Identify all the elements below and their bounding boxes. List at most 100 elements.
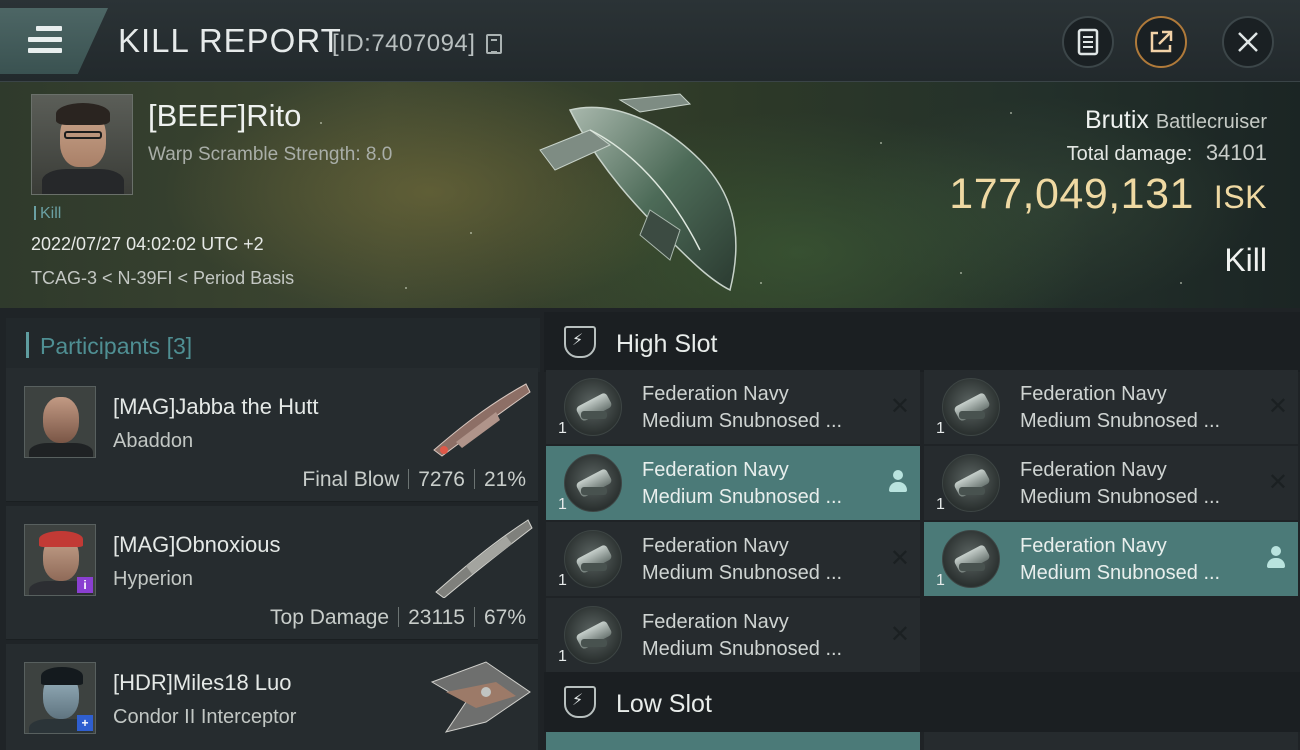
isk-unit: ISK xyxy=(1213,179,1267,215)
participant-ship: Condor II Interceptor xyxy=(113,706,297,728)
warp-scramble-strength: Warp Scramble Strength: 8.0 xyxy=(148,144,393,165)
participant-name[interactable]: [MAG]Jabba the Hutt xyxy=(113,394,318,420)
close-icon xyxy=(1238,32,1258,52)
info-badge: i xyxy=(77,577,93,593)
module-name-line2: Medium Snubnosed ... xyxy=(642,486,843,508)
participant-ship: Abaddon xyxy=(113,430,194,452)
menu-button[interactable] xyxy=(0,8,108,74)
high-slot-title: High Slot xyxy=(616,330,718,358)
module-quantity: 1 xyxy=(558,496,567,513)
dropped-icon xyxy=(1266,546,1286,570)
destroyed-icon: ✕ xyxy=(1267,469,1288,496)
module-quantity: 1 xyxy=(936,496,945,513)
module-item[interactable]: 1 Federation Navy Medium Snubnosed ... xyxy=(924,522,1298,596)
fitting-panel: High Slot 1 Federation Navy Medium Snubn… xyxy=(540,308,1300,750)
module-quantity: 1 xyxy=(558,420,567,437)
share-icon xyxy=(1150,30,1173,53)
avatar[interactable]: i xyxy=(24,524,96,596)
total-damage: Total damage: 34101 xyxy=(1067,140,1267,166)
module-name-line2: Medium Snubnosed ... xyxy=(642,562,843,584)
module-item[interactable]: 1 Federation Navy Medium Snubnosed ... ✕ xyxy=(546,598,920,672)
low-slot-icon xyxy=(564,686,596,718)
participant-percent: 21% xyxy=(483,468,526,491)
module-item[interactable]: 1 Federation Navy Medium Snubnosed ... ✕ xyxy=(546,370,920,444)
result-label: Kill xyxy=(1224,242,1267,278)
page-title: KILL REPORT xyxy=(118,22,342,59)
module-name-line2: Medium Snubnosed ... xyxy=(642,410,843,432)
module-name-line1: Federation Navy xyxy=(1020,535,1167,557)
module-item[interactable]: 1 Federation Navy Medium Snubnosed ... xyxy=(546,446,920,520)
module-icon xyxy=(942,378,1000,436)
share-button[interactable] xyxy=(1135,16,1187,68)
module-item[interactable]: 1 Federation Navy Medium Snubnosed ... ✕ xyxy=(924,446,1298,520)
participant-role: Top Damage xyxy=(270,606,390,629)
module-name-line1: Federation Navy xyxy=(642,383,789,405)
kill-tag: Kill xyxy=(34,205,61,223)
isk-value: 177,049,131 ISK xyxy=(949,170,1267,219)
kill-location[interactable]: TCAG-3 < N-39FI < Period Basis xyxy=(31,268,294,289)
dropped-icon xyxy=(888,470,908,494)
module-name-line2: Medium Snubnosed ... xyxy=(1020,486,1221,508)
victim-ship-image xyxy=(539,93,737,292)
total-damage-value: 34101 xyxy=(1205,140,1267,165)
module-item-partial[interactable] xyxy=(924,732,1298,750)
module-quantity: 1 xyxy=(558,572,567,589)
isk-amount: 177,049,131 xyxy=(949,170,1194,218)
participant-stats: Top Damage 23115 67% xyxy=(270,606,526,630)
participant-percent: 67% xyxy=(483,606,526,629)
module-icon xyxy=(564,530,622,588)
high-slot-header: High Slot xyxy=(544,312,1300,372)
participant-row[interactable]: i [MAG]Obnoxious Hyperion Top Damage 2311… xyxy=(6,506,538,640)
destroyed-icon: ✕ xyxy=(889,393,910,420)
avatar[interactable]: + xyxy=(24,662,96,734)
participant-ship-image xyxy=(435,519,533,598)
participant-damage: 23115 xyxy=(408,606,465,629)
kill-datetime: 2022/07/27 04:02:02 UTC +2 xyxy=(31,234,264,254)
module-name-line1: Federation Navy xyxy=(642,535,789,557)
module-item[interactable]: 1 Federation Navy Medium Snubnosed ... ✕ xyxy=(924,370,1298,444)
participants-title: Participants [3] xyxy=(40,333,193,359)
participants-panel: Participants [3] [MAG]Jabba the Hutt Aba… xyxy=(0,308,540,750)
module-icon xyxy=(564,378,622,436)
victim-name[interactable]: [BEEF]Rito xyxy=(148,98,301,134)
fleet-badge: + xyxy=(77,715,93,731)
participant-role: Final Blow xyxy=(302,468,400,491)
module-name-line1: Federation Navy xyxy=(1020,459,1167,481)
destroyed-icon: ✕ xyxy=(889,545,910,572)
module-icon xyxy=(564,454,622,512)
participant-row[interactable]: [MAG]Jabba the Hutt Abaddon Final Blow 72… xyxy=(6,368,538,502)
participant-damage: 7276 xyxy=(418,468,465,491)
participants-header: Participants [3] xyxy=(6,318,540,372)
copy-icon[interactable] xyxy=(486,34,502,54)
participant-name[interactable]: [MAG]Obnoxious xyxy=(113,532,281,558)
module-name-line2: Medium Snubnosed ... xyxy=(1020,410,1221,432)
hamburger-menu-icon xyxy=(28,26,62,54)
module-name-line1: Federation Navy xyxy=(642,459,789,481)
participant-name[interactable]: [HDR]Miles18 Luo xyxy=(113,670,292,696)
ship-class: Battlecruiser xyxy=(1155,111,1267,133)
report-id: [ID:7407094] xyxy=(332,30,476,57)
participant-row[interactable]: + [HDR]Miles18 Luo Condor II Interceptor xyxy=(6,644,538,750)
module-quantity: 1 xyxy=(936,420,945,437)
destroyed-icon: ✕ xyxy=(889,621,910,648)
victim-banner: [BEEF]Rito Warp Scramble Strength: 8.0 K… xyxy=(0,82,1300,308)
module-icon xyxy=(942,454,1000,512)
module-name-line2: Medium Snubnosed ... xyxy=(1020,562,1221,584)
module-item-partial[interactable] xyxy=(546,732,920,750)
module-name-line2: Medium Snubnosed ... xyxy=(642,638,843,660)
module-item[interactable]: 1 Federation Navy Medium Snubnosed ... ✕ xyxy=(546,522,920,596)
victim-ship-name[interactable]: Brutix Battlecruiser xyxy=(1085,106,1267,135)
high-slot-icon xyxy=(564,326,596,358)
close-button[interactable] xyxy=(1222,16,1274,68)
avatar[interactable] xyxy=(24,386,96,458)
victim-avatar[interactable] xyxy=(31,94,133,195)
module-icon xyxy=(564,606,622,664)
ship-type: Brutix xyxy=(1084,106,1149,134)
participant-ship: Hyperion xyxy=(113,568,194,590)
notes-button[interactable] xyxy=(1062,16,1114,68)
destroyed-icon: ✕ xyxy=(1267,393,1288,420)
low-slot-title: Low Slot xyxy=(616,690,712,718)
notes-icon xyxy=(1077,28,1099,56)
module-name-line1: Federation Navy xyxy=(642,611,789,633)
participant-ship-image xyxy=(430,661,531,733)
